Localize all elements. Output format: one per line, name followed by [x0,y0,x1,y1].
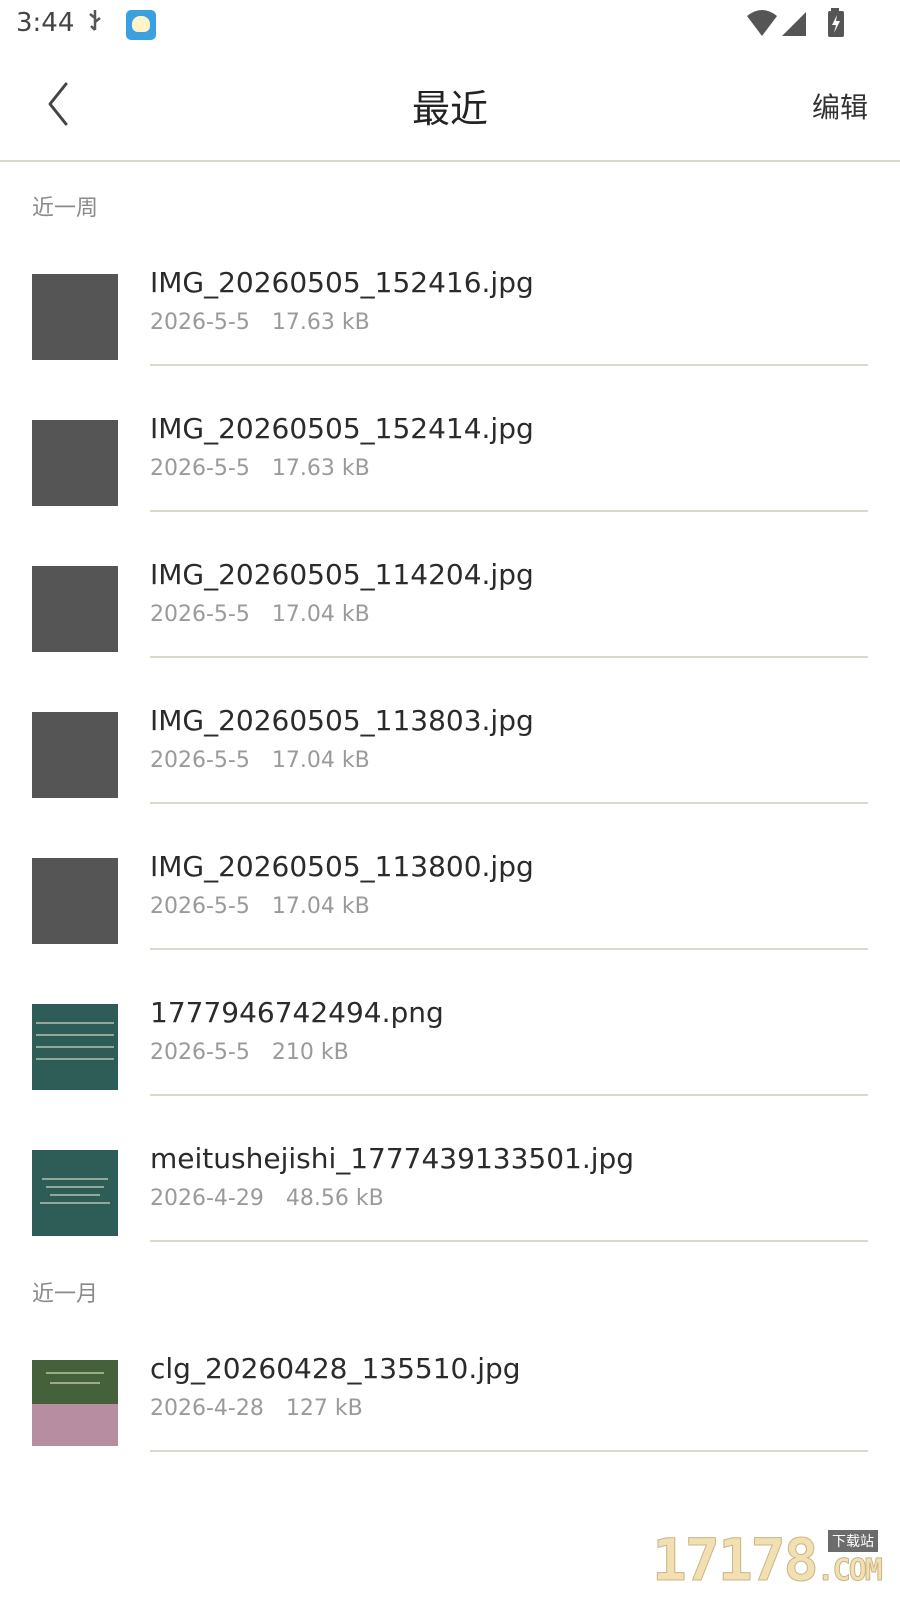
file-list-item[interactable]: clg_20260428_135510.jpg 2026-4-28 127 kB [0,1352,900,1500]
watermark-tag: 下载站 [828,1530,878,1552]
file-size: 17.63 kB [271,456,370,481]
divider [150,1450,868,1452]
file-size: 17.63 kB [271,310,370,335]
file-date: 2026-4-29 [150,1186,264,1211]
usb-icon [86,8,104,40]
file-name: IMG_20260505_113803.jpg [150,704,534,737]
file-meta: 2026-5-5 17.63 kB [150,310,370,335]
divider [150,1240,868,1242]
watermark-logo: 17178.COM 下载站 [652,1526,884,1595]
app-header: 最近 编辑 [0,52,900,162]
divider [150,948,868,950]
file-thumbnail [32,1004,118,1090]
file-size: 17.04 kB [271,748,370,773]
file-date: 2026-5-5 [150,310,250,335]
battery-charging-icon [828,8,844,37]
divider [150,1094,868,1096]
file-list-item[interactable]: IMG_20260505_152416.jpg 2026-5-5 17.63 kB [0,266,900,414]
file-name: 1777946742494.png [150,996,444,1029]
file-date: 2026-5-5 [150,894,250,919]
file-thumbnail [32,1360,118,1446]
file-size: 127 kB [285,1396,363,1421]
divider [150,510,868,512]
file-list-item[interactable]: IMG_20260505_114204.jpg 2026-5-5 17.04 kB [0,558,900,706]
file-meta: 2026-4-28 127 kB [150,1396,363,1421]
status-time: 3:44 [16,8,75,38]
file-name: IMG_20260505_152414.jpg [150,412,534,445]
file-size: 210 kB [271,1040,349,1065]
divider [150,364,868,366]
file-list-item[interactable]: IMG_20260505_113800.jpg 2026-5-5 17.04 kB [0,850,900,998]
section-label-month: 近一月 [32,1282,99,1307]
file-thumbnail [32,712,118,798]
file-size: 17.04 kB [271,602,370,627]
file-thumbnail [32,566,118,652]
status-icons [746,8,856,40]
wifi-icon [747,10,777,36]
file-meta: 2026-4-29 48.56 kB [150,1186,384,1211]
divider [150,802,868,804]
file-name: clg_20260428_135510.jpg [150,1352,521,1385]
edit-button[interactable]: 编辑 [812,86,868,126]
file-meta: 2026-5-5 17.04 kB [150,748,370,773]
file-meta: 2026-5-5 210 kB [150,1040,349,1065]
app-notification-icon [126,10,156,40]
file-meta: 2026-5-5 17.63 kB [150,456,370,481]
section-label-week: 近一周 [32,196,99,221]
file-thumbnail [32,420,118,506]
file-list-item[interactable]: IMG_20260505_152414.jpg 2026-5-5 17.63 kB [0,412,900,560]
file-size: 17.04 kB [271,894,370,919]
file-size: 48.56 kB [285,1186,384,1211]
file-meta: 2026-5-5 17.04 kB [150,894,370,919]
file-list-item[interactable]: meitushejishi_1777439133501.jpg 2026-4-2… [0,1142,900,1290]
file-date: 2026-4-28 [150,1396,264,1421]
file-thumbnail [32,858,118,944]
file-name: IMG_20260505_114204.jpg [150,558,534,591]
page-title: 最近 [411,87,488,131]
file-thumbnail [32,1150,118,1236]
status-bar: 3:44 [0,0,900,50]
file-name: IMG_20260505_113800.jpg [150,850,534,883]
file-name: meitushejishi_1777439133501.jpg [150,1142,635,1175]
signal-icon [782,12,806,36]
file-list-item[interactable]: IMG_20260505_113803.jpg 2026-5-5 17.04 kB [0,704,900,852]
file-date: 2026-5-5 [150,1040,250,1065]
file-date: 2026-5-5 [150,602,250,627]
divider [150,656,868,658]
file-date: 2026-5-5 [150,748,250,773]
file-meta: 2026-5-5 17.04 kB [150,602,370,627]
file-date: 2026-5-5 [150,456,250,481]
file-name: IMG_20260505_152416.jpg [150,266,534,299]
file-thumbnail [32,274,118,360]
file-list-item[interactable]: 1777946742494.png 2026-5-5 210 kB [0,996,900,1144]
